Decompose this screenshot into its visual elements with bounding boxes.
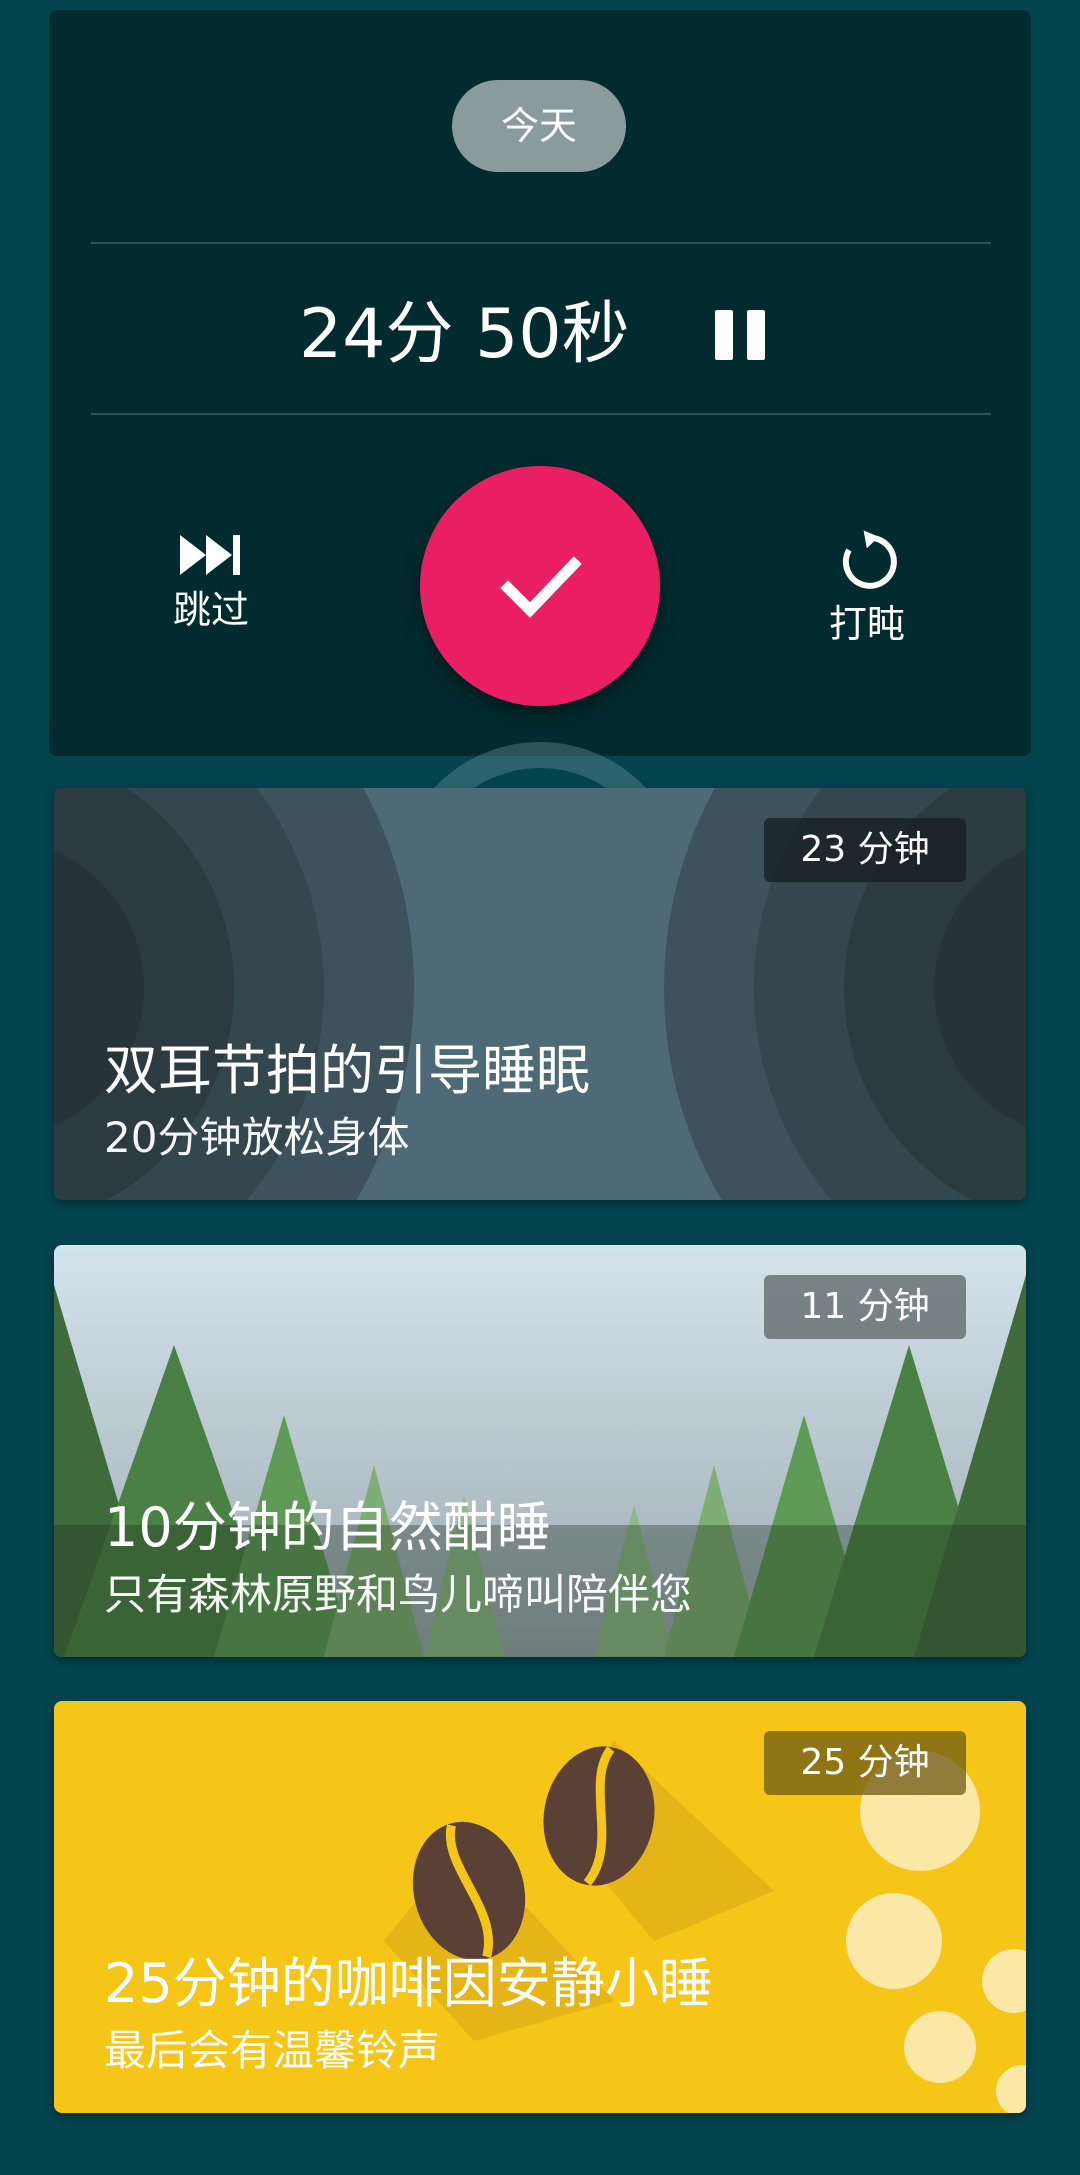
duration-badge: 11 分钟 xyxy=(764,1275,966,1339)
session-card-nature[interactable]: 11 分钟 10分钟的自然酣睡 只有森林原野和鸟儿啼叫陪伴您 xyxy=(54,1245,1026,1657)
card-title: 双耳节拍的引导睡眠 xyxy=(104,1039,590,1102)
done-button[interactable] xyxy=(420,466,660,706)
check-icon xyxy=(500,556,582,618)
snooze-label: 打盹 xyxy=(828,602,905,646)
skip-label: 跳过 xyxy=(172,588,249,632)
pause-button[interactable] xyxy=(707,298,777,368)
replay-icon xyxy=(842,530,897,589)
date-pill[interactable]: 今天 xyxy=(452,80,626,172)
duration-badge: 25 分钟 xyxy=(764,1731,966,1795)
skip-next-icon xyxy=(180,535,240,575)
skip-button[interactable]: 跳过 xyxy=(141,530,281,670)
divider xyxy=(91,413,991,415)
duration-badge: 23 分钟 xyxy=(764,818,966,882)
card-title: 25分钟的咖啡因安静小睡 xyxy=(104,1952,713,2015)
session-card-caffeine[interactable]: 25 分钟 25分钟的咖啡因安静小睡 最后会有温馨铃声 xyxy=(54,1701,1026,2113)
card-title: 10分钟的自然酣睡 xyxy=(104,1496,551,1559)
divider xyxy=(91,242,991,244)
remaining-time: 24分 50秒 xyxy=(299,295,630,374)
snooze-button[interactable]: 打盹 xyxy=(797,530,937,670)
card-subtitle: 最后会有温馨铃声 xyxy=(104,2026,441,2075)
session-card-binaural[interactable]: 23 分钟 双耳节拍的引导睡眠 20分钟放松身体 xyxy=(54,788,1026,1200)
pause-icon xyxy=(715,310,765,360)
card-subtitle: 只有森林原野和鸟儿啼叫陪伴您 xyxy=(104,1570,693,1619)
timer-card: 今天 24分 50秒 跳过 打盹 xyxy=(49,10,1031,756)
card-subtitle: 20分钟放松身体 xyxy=(104,1113,410,1162)
